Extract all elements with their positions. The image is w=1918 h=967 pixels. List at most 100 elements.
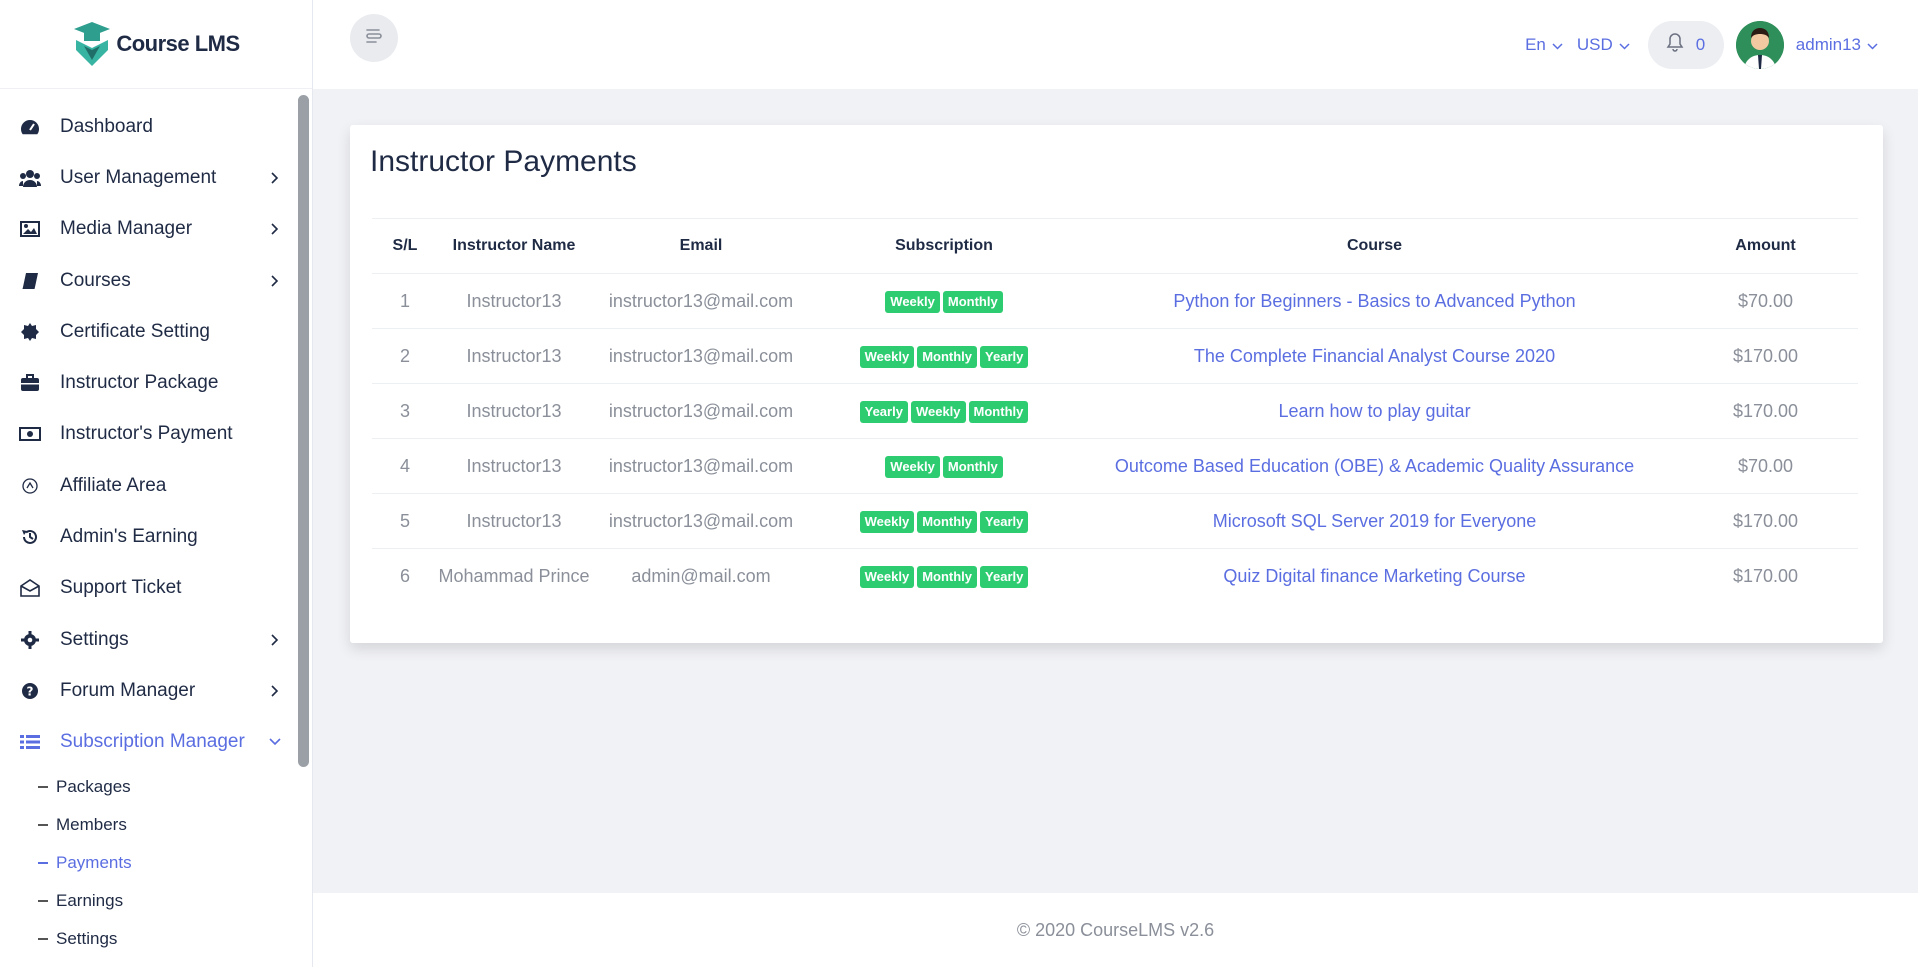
subscription-badge: Weekly (859, 345, 915, 368)
sidebar-item-support-ticket[interactable]: Support Ticket (0, 563, 312, 614)
sidebar-item-admins-earning[interactable]: Admin's Earning (0, 511, 312, 562)
cell-amount: $170.00 (1673, 383, 1858, 439)
subscription-submenu: Packages Members Payments Earnings Setti… (0, 768, 312, 958)
sidebar-item-user-management[interactable]: User Management (0, 152, 312, 203)
sidebar-toggle-button[interactable] (350, 14, 398, 62)
logo[interactable]: Course LMS (0, 0, 312, 89)
column-header: Email (590, 218, 812, 274)
cell-course-link[interactable]: Outcome Based Education (OBE) & Academic… (1076, 438, 1673, 494)
cell-instructor-name: Instructor13 (438, 438, 590, 494)
submenu-item-earnings[interactable]: Earnings (38, 882, 312, 920)
table-row: 3 Instructor13 instructor13@mail.com Yearly… (372, 383, 1858, 439)
cell-email: instructor13@mail.com (590, 493, 812, 549)
sidebar-scrollbar[interactable] (298, 95, 309, 767)
subscription-badge: Yearly (980, 510, 1029, 533)
cell-sl: 6 (399, 565, 410, 586)
cell-instructor-name: Mohammad Prince (438, 565, 590, 586)
cell-subscription: Weekly Monthly Yearly (812, 549, 1076, 604)
cell-course-link[interactable]: Quiz Digital finance Marketing Course (1076, 549, 1673, 604)
submenu-item-packages[interactable]: Packages (38, 768, 312, 806)
submenu-item-settings[interactable]: Settings (38, 920, 312, 958)
sidebar-item-affiliate-area[interactable]: Affiliate Area (0, 460, 312, 511)
chevron-right-icon (268, 684, 282, 698)
notifications-button[interactable]: 0 (1647, 20, 1724, 69)
subscription-badge: Monthly (917, 345, 978, 368)
cell-course-link[interactable]: The Complete Financial Analyst Course 20… (1076, 328, 1673, 384)
subscription-badge: Weekly (859, 510, 915, 533)
users-icon (18, 166, 42, 190)
question-icon: ? (18, 679, 42, 703)
subscription-badge: Monthly (968, 400, 1029, 423)
sidebar-item-forum-manager[interactable]: ? Forum Manager (0, 665, 312, 716)
sidebar-item-subscription-manager[interactable]: Subscription Manager (0, 717, 312, 768)
sidebar-item-instructor-package[interactable]: Instructor Package (0, 357, 312, 408)
cell-instructor-name: Instructor13 (438, 493, 590, 549)
cell-sl: 4 (372, 438, 438, 494)
user-menu-dropdown[interactable]: admin13 (1796, 35, 1878, 55)
sidebar-item-label: Courses (60, 269, 131, 291)
chevron-right-icon (268, 633, 282, 647)
column-header: Subscription (812, 218, 1076, 274)
column-header: Instructor Name (438, 218, 590, 274)
sidebar-item-label: User Management (60, 166, 217, 188)
column-header: S/L (372, 218, 438, 274)
submenu-item-label: Payments (56, 852, 132, 872)
sidebar: Course LMS Dashboard User Management Med… (0, 0, 313, 967)
language-dropdown[interactable]: En (1525, 35, 1563, 55)
sidebar-item-dashboard[interactable]: Dashboard (0, 101, 312, 152)
logo-text: Course LMS (116, 31, 240, 56)
column-header: Course (1076, 218, 1673, 274)
cell-amount: $170.00 (1673, 328, 1858, 384)
list-icon (18, 730, 42, 754)
submenu-item-payments[interactable]: Payments (38, 844, 312, 882)
sidebar-item-label: Instructor Package (60, 372, 219, 394)
subscription-badge: Monthly (942, 455, 1003, 478)
dash-icon (38, 862, 48, 864)
cell-course-link[interactable]: Microsoft SQL Server 2019 for Everyone (1076, 493, 1673, 549)
history-icon (18, 525, 42, 549)
subscription-badge: Monthly (942, 290, 1003, 313)
subscription-badge: Weekly (859, 565, 915, 588)
cell-subscription: Weekly Monthly Yearly (812, 328, 1076, 384)
sidebar-item-courses[interactable]: Courses (0, 255, 312, 306)
dashboard-icon (18, 115, 42, 139)
cell-instructor-name: Instructor13 (438, 383, 590, 439)
avatar[interactable] (1735, 20, 1784, 69)
sidebar-item-instructors-payment[interactable]: Instructor's Payment (0, 409, 312, 460)
sidebar-item-label: Settings (60, 628, 129, 650)
sidebar-item-label: Support Ticket (60, 577, 182, 599)
graduation-cap-icon (72, 20, 112, 68)
briefcase-icon (18, 371, 42, 395)
submenu-item-label: Settings (56, 928, 118, 948)
notifications-count: 0 (1695, 34, 1706, 54)
subscription-badge: Monthly (917, 565, 978, 588)
cell-course-link[interactable]: Python for Beginners - Basics to Advance… (1076, 273, 1673, 329)
page-title: Instructor Payments (370, 145, 637, 178)
subscription-badge: Monthly (917, 510, 978, 533)
cell-sl: 5 (372, 493, 438, 549)
sidebar-item-label: Affiliate Area (60, 474, 167, 496)
sidebar-item-label: Dashboard (60, 115, 153, 137)
sidebar-item-settings[interactable]: Settings (0, 614, 312, 665)
chevron-down-icon (268, 735, 282, 749)
subscription-badge: Weekly (910, 400, 966, 423)
sidebar-item-certificate-setting[interactable]: Certificate Setting (0, 306, 312, 357)
table-header-row: S/L Instructor Name Email Subscription C… (372, 218, 1858, 274)
footer: © 2020 CourseLMS v2.6 (313, 893, 1918, 967)
cell-course-link[interactable]: Learn how to play guitar (1076, 383, 1673, 439)
submenu-item-label: Packages (56, 776, 131, 796)
subscription-badge: Yearly (980, 565, 1029, 588)
currency-label: USD (1576, 34, 1613, 54)
cell-email: admin@mail.com (631, 565, 771, 586)
subscription-badge: Weekly (885, 455, 940, 478)
gear-icon (18, 628, 42, 652)
chevron-down-icon (1619, 35, 1630, 55)
submenu-item-members[interactable]: Members (38, 806, 312, 844)
cell-amount: $70.00 (1673, 273, 1858, 329)
cell-subscription: Yearly Weekly Monthly (812, 383, 1076, 439)
sidebar-item-media-manager[interactable]: Media Manager (0, 204, 312, 255)
currency-dropdown[interactable]: USD (1577, 35, 1630, 55)
image-icon (18, 217, 42, 241)
table-row: 1 Instructor13 instructor13@mail.com Weekly… (372, 273, 1858, 329)
dash-icon (38, 938, 48, 940)
